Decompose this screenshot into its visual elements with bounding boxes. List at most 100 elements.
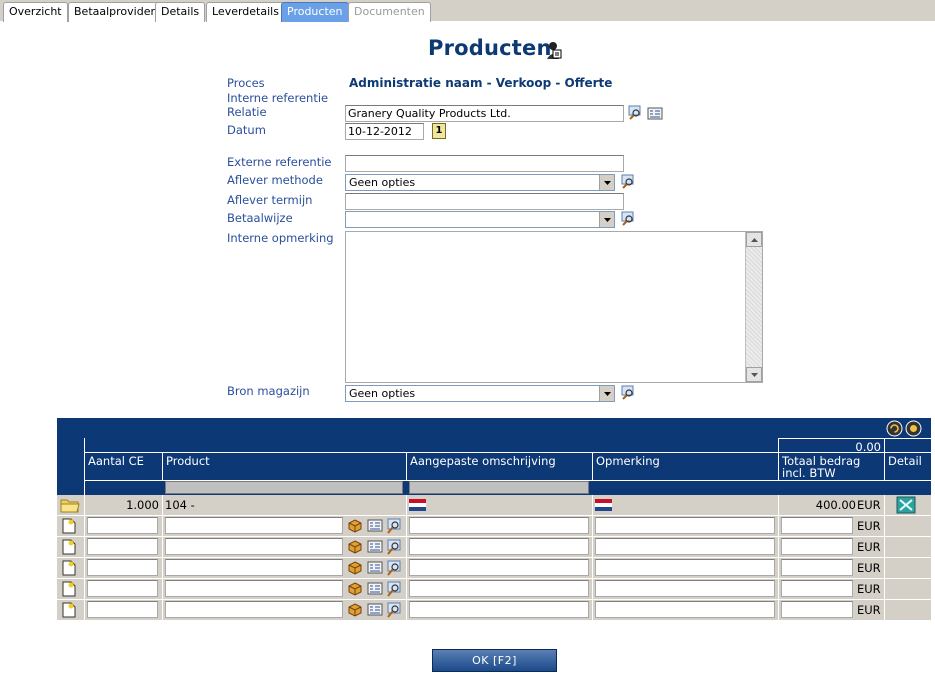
tab-details[interactable]: Details [155, 2, 206, 22]
opmerking-input[interactable] [595, 538, 775, 555]
new-document-icon[interactable] [62, 539, 76, 555]
totaal-input[interactable] [781, 538, 853, 555]
product-box-icon[interactable] [348, 603, 362, 617]
search-icon[interactable] [386, 581, 402, 597]
new-document-icon[interactable] [62, 581, 76, 597]
col-totaal[interactable]: Totaal bedrag incl. BTW [778, 452, 884, 480]
aantal-input[interactable] [87, 601, 158, 618]
dutch-flag-icon[interactable] [595, 499, 612, 511]
search-aflever-methode-icon[interactable] [621, 174, 637, 189]
aantal-input[interactable] [87, 517, 158, 534]
product-input[interactable] [165, 601, 343, 618]
product-box-icon[interactable] [348, 519, 362, 533]
omschrijving-input[interactable] [409, 517, 589, 534]
refresh-icon[interactable] [886, 420, 903, 437]
omschrijving-input[interactable] [409, 559, 589, 576]
search-icon[interactable] [386, 602, 402, 618]
filter-omschrijving[interactable] [409, 481, 589, 494]
table-row: EUR [57, 537, 931, 557]
row-product: 104 - [165, 498, 195, 512]
folder-icon[interactable] [60, 497, 80, 513]
card-icon[interactable] [367, 603, 383, 617]
search-betaalwijze-icon[interactable] [621, 211, 637, 226]
omschrijving-input[interactable] [409, 601, 589, 618]
calendar-icon[interactable]: 1 [432, 123, 446, 139]
detail-icon[interactable] [896, 496, 916, 514]
aantal-input[interactable] [87, 559, 158, 576]
new-document-icon[interactable] [62, 560, 76, 576]
help-person-icon[interactable] [545, 40, 563, 60]
row-aantal: 1.000 [126, 498, 159, 512]
chevron-down-icon[interactable] [599, 175, 614, 190]
scroll-down-icon[interactable] [746, 367, 762, 382]
new-document-icon[interactable] [62, 602, 76, 618]
card-icon[interactable] [367, 582, 383, 596]
opmerking-input[interactable] [595, 517, 775, 534]
grid-total-spacer [84, 438, 811, 452]
settings-icon[interactable] [905, 420, 922, 437]
search-relatie-icon[interactable] [628, 105, 644, 120]
tab-overzicht[interactable]: Overzicht [3, 2, 68, 22]
tab-bar: Overzicht Betaalprovider Details Leverde… [0, 0, 935, 22]
tab-producten[interactable]: Producten [281, 2, 349, 22]
search-icon[interactable] [386, 539, 402, 555]
ok-button[interactable]: OK [F2] [432, 649, 557, 672]
table-row: EUR [57, 516, 931, 536]
table-row: EUR [57, 558, 931, 578]
relatie-input[interactable]: Granery Quality Products Ltd. [345, 105, 624, 122]
opmerking-input[interactable] [595, 580, 775, 597]
datum-input[interactable]: 10-12-2012 [345, 123, 424, 140]
tab-leverdetails[interactable]: Leverdetails [206, 2, 285, 22]
omschrijving-input[interactable] [409, 538, 589, 555]
opmerking-input[interactable] [595, 601, 775, 618]
aflever-methode-select[interactable]: Geen opties [345, 174, 615, 191]
search-icon[interactable] [386, 560, 402, 576]
col-omschrijving[interactable]: Aangepaste omschrijving [406, 452, 592, 480]
tab-betaalprovider[interactable]: Betaalprovider [68, 2, 161, 22]
col-opmerking[interactable]: Opmerking [592, 452, 778, 480]
totaal-input[interactable] [781, 559, 853, 576]
product-box-icon[interactable] [348, 561, 362, 575]
grid-header-corner [57, 418, 84, 495]
dutch-flag-icon[interactable] [409, 499, 426, 511]
product-box-icon[interactable] [348, 540, 362, 554]
textarea-scrollbar[interactable] [745, 232, 762, 382]
opmerking-input[interactable] [595, 559, 775, 576]
card-icon[interactable] [367, 519, 383, 533]
totaal-input[interactable] [781, 517, 853, 534]
search-icon[interactable] [386, 518, 402, 534]
interne-opmerking-textarea[interactable] [345, 231, 763, 383]
betaalwijze-label: Betaalwijze [227, 211, 293, 225]
scroll-up-icon[interactable] [746, 232, 762, 247]
totaal-input[interactable] [781, 601, 853, 618]
aflever-termijn-input[interactable] [345, 193, 624, 210]
product-input[interactable] [165, 538, 343, 555]
aantal-input[interactable] [87, 580, 158, 597]
product-input[interactable] [165, 517, 343, 534]
aantal-input[interactable] [87, 538, 158, 555]
interne-opmerking-label: Interne opmerking [227, 231, 334, 245]
aflever-termijn-label: Aflever termijn [227, 193, 313, 207]
filter-product[interactable] [165, 481, 403, 494]
aflever-methode-value: Geen opties [349, 176, 416, 189]
search-bron-magazijn-icon[interactable] [621, 385, 637, 400]
product-input[interactable] [165, 559, 343, 576]
chevron-down-icon[interactable] [599, 386, 614, 401]
betaalwijze-select[interactable] [345, 211, 615, 228]
new-document-icon[interactable] [62, 518, 76, 534]
card-icon[interactable] [367, 540, 383, 554]
chevron-down-icon[interactable] [599, 212, 614, 227]
col-detail[interactable]: Detail [884, 452, 931, 480]
product-box-icon[interactable] [348, 582, 362, 596]
bron-magazijn-select[interactable]: Geen opties [345, 385, 615, 402]
col-product[interactable]: Product [162, 452, 406, 480]
externe-referentie-input[interactable] [345, 155, 624, 172]
totaal-input[interactable] [781, 580, 853, 597]
relatie-card-icon[interactable] [647, 106, 663, 121]
grid-total-end [884, 438, 931, 452]
card-icon[interactable] [367, 561, 383, 575]
omschrijving-input[interactable] [409, 580, 589, 597]
product-input[interactable] [165, 580, 343, 597]
col-aantal[interactable]: Aantal CE [84, 452, 162, 480]
grid-toolbar [57, 418, 931, 438]
